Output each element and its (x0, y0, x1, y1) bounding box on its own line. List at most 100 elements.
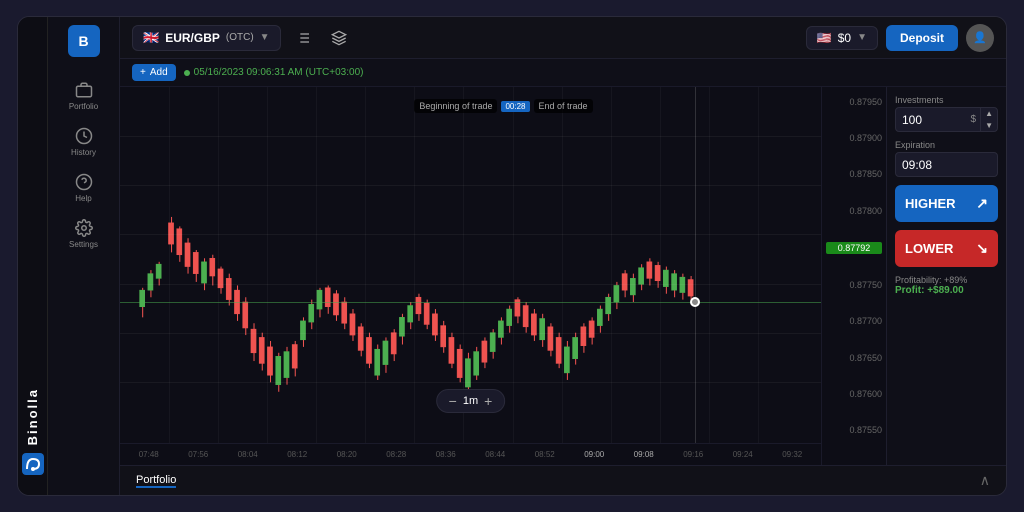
balance-amount: $0 (838, 31, 851, 45)
sidebar-item-settings[interactable]: Settings (48, 211, 119, 257)
add-button[interactable]: + Add (132, 64, 176, 81)
price-87750: 0.87750 (826, 280, 882, 290)
price-87950: 0.87950 (826, 97, 882, 107)
lower-label: LOWER (905, 241, 953, 256)
collapse-icon[interactable]: ∧ (980, 472, 990, 489)
time-09-32: 09:32 (782, 450, 802, 459)
chart-wrapper: Beginning of trade 00:28 End of trade (120, 87, 1006, 465)
bottom-bar: Portfolio ∧ (120, 465, 1006, 495)
chart-area[interactable]: Beginning of trade 00:28 End of trade (120, 87, 821, 465)
asset-otc: (OTC) (226, 32, 254, 43)
balance-display[interactable]: 🇺🇸 $0 ▼ (806, 26, 878, 50)
higher-button[interactable]: HIGHER ↗ (895, 185, 998, 222)
main-content: 🇬🇧 EUR/GBP (OTC) ▼ 🇺🇸 $0 (120, 17, 1006, 495)
price-87850: 0.87850 (826, 169, 882, 179)
grid-v-10 (611, 87, 612, 465)
grid-h-4 (120, 284, 821, 285)
current-time-line (695, 87, 696, 443)
grid-v-3 (267, 87, 268, 465)
trade-time-badge: 00:28 (501, 101, 529, 112)
time-07-48: 07:48 (139, 450, 159, 459)
time-08-20: 08:20 (337, 450, 357, 459)
price-line (120, 302, 821, 303)
investments-section: Investments $ ▲ ▼ (895, 95, 998, 132)
grid-v-6 (414, 87, 415, 465)
brand-bar: Binolla (18, 17, 48, 495)
profit-text: Profit: +$89.00 (895, 285, 998, 296)
investment-increase-button[interactable]: ▲ (981, 108, 997, 120)
grid-v-8 (513, 87, 514, 465)
higher-arrow-icon: ↗ (976, 195, 988, 212)
zoom-in-button[interactable]: + (484, 394, 492, 408)
sort-icon[interactable] (289, 24, 317, 52)
profitability-section: Profitability: +89% Profit: +$89.00 (895, 275, 998, 296)
asset-selector[interactable]: 🇬🇧 EUR/GBP (OTC) ▼ (132, 25, 281, 51)
grid-h-5 (120, 333, 821, 334)
time-07-56: 07:56 (188, 450, 208, 459)
time-09-08: 09:08 (634, 450, 654, 459)
brand-name: Binolla (25, 388, 40, 445)
investment-amount-input[interactable] (896, 109, 967, 131)
chart-type-icon[interactable] (325, 24, 353, 52)
grid-v-13 (758, 87, 759, 465)
avatar[interactable]: 👤 (966, 24, 994, 52)
chevron-down-icon: ▼ (260, 32, 270, 43)
expiration-input-row: ▲ ▼ (895, 152, 998, 177)
price-87550: 0.87550 (826, 425, 882, 435)
price-87800: 0.87800 (826, 206, 882, 216)
sidebar-label-history: History (71, 148, 96, 157)
sidebar-item-portfolio[interactable]: Portfolio (48, 73, 119, 119)
sidebar-logo[interactable]: B (68, 25, 100, 57)
lower-arrow-icon: ↘ (976, 240, 988, 257)
beginning-of-trade-label: Beginning of trade (414, 99, 497, 113)
header: 🇬🇧 EUR/GBP (OTC) ▼ 🇺🇸 $0 (120, 17, 1006, 59)
sidebar-label-portfolio: Portfolio (69, 102, 98, 111)
add-label: Add (150, 67, 168, 78)
time-08-28: 08:28 (386, 450, 406, 459)
grid-v-9 (562, 87, 563, 465)
time-axis-inner: 07:48 07:56 08:04 08:12 08:20 08:28 08:3… (120, 450, 821, 459)
datetime-text: 05/16/2023 09:06:31 AM (UTC+03:00) (194, 67, 364, 78)
grid-v-11 (660, 87, 661, 465)
investment-input-row: $ ▲ ▼ (895, 107, 998, 132)
sidebar-item-help[interactable]: Help (48, 165, 119, 211)
price-87650: 0.87650 (826, 353, 882, 363)
sidebar-item-history[interactable]: History (48, 119, 119, 165)
deposit-button[interactable]: Deposit (886, 25, 958, 51)
time-09-16: 09:16 (683, 450, 703, 459)
investment-arrows: ▲ ▼ (980, 108, 997, 131)
grid-h-3 (120, 234, 821, 235)
flag-icon-us: 🇺🇸 (817, 31, 832, 45)
zoom-out-button[interactable]: − (449, 394, 457, 408)
sidebar-label-help: Help (75, 194, 91, 203)
investment-decrease-button[interactable]: ▼ (981, 120, 997, 132)
currency-symbol: $ (967, 114, 981, 125)
zoom-level: 1m (463, 395, 478, 407)
flag-icon: 🇬🇧 (143, 30, 159, 46)
price-dot (690, 297, 700, 307)
plus-icon: + (140, 67, 146, 78)
time-08-44: 08:44 (485, 450, 505, 459)
lower-button[interactable]: LOWER ↘ (895, 230, 998, 267)
price-axis: 0.87950 0.87900 0.87850 0.87800 0.87792 … (821, 87, 886, 465)
time-08-04: 08:04 (238, 450, 258, 459)
time-09-24: 09:24 (733, 450, 753, 459)
price-87600: 0.87600 (826, 389, 882, 399)
trade-markers: Beginning of trade 00:28 End of trade (414, 99, 592, 113)
current-price: 0.87792 (826, 242, 882, 254)
time-08-12: 08:12 (287, 450, 307, 459)
grid-v-5 (365, 87, 366, 465)
grid-v-12 (709, 87, 710, 465)
expiration-time-input[interactable] (896, 154, 998, 176)
grid-v-1 (169, 87, 170, 465)
price-87700: 0.87700 (826, 316, 882, 326)
expiration-label: Expiration (895, 140, 998, 150)
asset-name: EUR/GBP (165, 31, 220, 45)
price-87900: 0.87900 (826, 133, 882, 143)
time-09-00: 09:00 (584, 450, 604, 459)
higher-label: HIGHER (905, 196, 956, 211)
profitability-text: Profitability: +89% (895, 275, 998, 285)
grid-h-1 (120, 136, 821, 137)
portfolio-tab[interactable]: Portfolio (136, 474, 176, 488)
expiration-section: Expiration ▲ ▼ (895, 140, 998, 177)
